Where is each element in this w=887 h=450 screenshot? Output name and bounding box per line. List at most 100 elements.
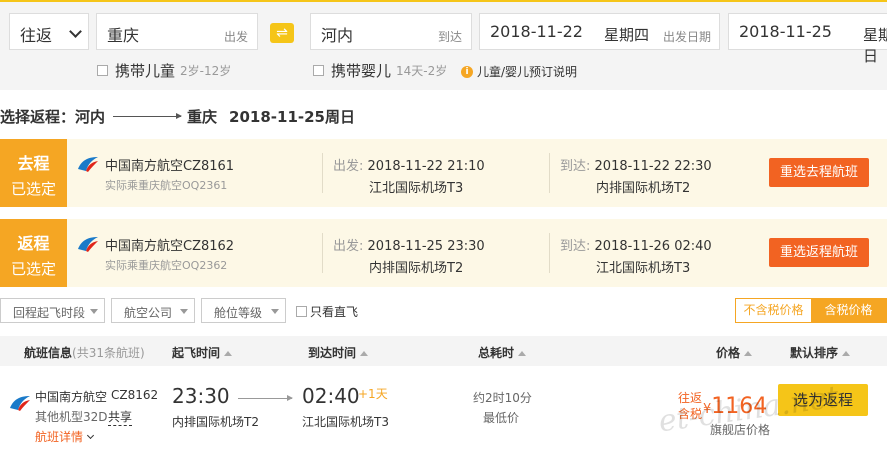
header-duration[interactable]: 总耗时 xyxy=(478,344,527,361)
swap-cities-icon[interactable]: ⇌ xyxy=(270,23,294,43)
china-southern-logo-icon xyxy=(10,396,30,411)
cabin-filter[interactable]: 舱位等级 xyxy=(201,298,286,323)
leg-operated-by: 实际乘重庆航空OQ2362 xyxy=(105,259,228,272)
leg-airline: 中国南方航空CZ8162 xyxy=(105,239,235,254)
row-dep-time: 23:30 xyxy=(172,384,230,408)
infant-label: 携带婴儿 xyxy=(331,62,392,80)
selected-return-leg: 返程 已选定 中国南方航空CZ8162 实际乘重庆航空OQ2362 出发: 20… xyxy=(0,219,887,287)
dep-time: 2018-11-22 21:10 xyxy=(367,159,485,174)
tax-included-option[interactable]: 含税价格 xyxy=(811,299,886,322)
row-next-day: +1天 xyxy=(358,387,388,401)
header-departure[interactable]: 起飞时间 xyxy=(172,344,233,361)
leg-airline: 中国南方航空CZ8161 xyxy=(105,159,235,174)
dep-airport: 江北国际机场T3 xyxy=(369,181,464,196)
header-price[interactable]: 价格 xyxy=(716,344,753,361)
filter-label: 舱位等级 xyxy=(214,306,263,320)
child-age-range: 2岁-12岁 xyxy=(180,64,232,78)
leg-arrival: 到达: 2018-11-26 02:40 xyxy=(560,235,712,254)
filter-label: 回程起飞时段 xyxy=(13,306,86,320)
leg-tag-status: 已选定 xyxy=(10,260,56,278)
chevron-down-icon xyxy=(86,431,95,440)
return-weekday: 星期日 xyxy=(863,26,887,65)
row-dep-airport: 内排国际机场T2 xyxy=(172,415,259,429)
header-label: 默认排序 xyxy=(790,346,839,360)
infant-checkbox[interactable]: 携带婴儿 14天-2岁 xyxy=(313,60,447,81)
china-southern-logo-icon xyxy=(78,237,98,252)
leg-tag-title: 去程 xyxy=(17,154,50,173)
leg-departure: 出发: 2018-11-25 23:30 xyxy=(333,235,485,254)
divider xyxy=(549,233,550,273)
return-date-input[interactable]: 2018-11-25 星期日 xyxy=(728,13,887,65)
to-city-input[interactable]: 河内 到达 xyxy=(310,13,472,50)
tax-excluded-option[interactable]: 不含税价格 xyxy=(736,299,811,322)
trip-type-value: 往返 xyxy=(20,26,53,45)
flight-detail-link[interactable]: 航班详情 xyxy=(35,428,95,445)
to-city-value: 河内 xyxy=(321,26,354,45)
arr-time: 2018-11-26 02:40 xyxy=(594,239,712,254)
chevron-down-icon xyxy=(69,25,82,38)
booking-note-link[interactable]: i 儿童/婴儿预订说明 xyxy=(461,63,577,80)
tax-price-toggle: 不含税价格 含税价格 xyxy=(735,298,887,323)
trip-type-select[interactable]: 往返 xyxy=(9,13,89,50)
header-label: 到达时间 xyxy=(308,346,357,360)
row-flight-number: CZ8162 xyxy=(111,388,159,402)
depart-weekday: 星期四 xyxy=(603,26,649,44)
dep-airport: 内排国际机场T2 xyxy=(369,261,464,276)
child-checkbox[interactable]: 携带儿童 2岁-12岁 xyxy=(97,60,231,81)
depart-date-input[interactable]: 2018-11-22 星期四 出发日期 xyxy=(479,13,720,50)
airline-filter[interactable]: 航空公司 xyxy=(111,298,195,323)
leg-tag-title: 返程 xyxy=(17,234,50,253)
child-label: 携带儿童 xyxy=(115,62,176,80)
flight-table-header: 航班信息(共31条航班) 起飞时间 到达时间 总耗时 价格 默认排序 xyxy=(0,336,887,366)
header-default-sort[interactable]: 默认排序 xyxy=(790,344,851,361)
row-duration: 约2时10分 xyxy=(473,391,532,405)
china-southern-logo-icon xyxy=(78,157,98,172)
header-label: 航班信息 xyxy=(24,346,73,360)
booking-note-text: 儿童/婴儿预订说明 xyxy=(477,65,578,79)
route-to: 重庆 xyxy=(187,108,218,126)
arr-airport: 内排国际机场T2 xyxy=(596,181,691,196)
caret-down-icon xyxy=(271,309,279,314)
divider xyxy=(549,153,550,193)
leg-departure: 出发: 2018-11-22 21:10 xyxy=(333,155,485,174)
header-arrival[interactable]: 到达时间 xyxy=(308,344,369,361)
row-arr-time: 02:40 xyxy=(302,384,360,408)
arr-airport: 江北国际机场T3 xyxy=(596,261,691,276)
route-from: 河内 xyxy=(75,108,106,126)
route-date: 2018-11-25周日 xyxy=(229,108,355,126)
dep-time: 2018-11-25 23:30 xyxy=(367,239,485,254)
row-lowest-badge: 最低价 xyxy=(483,411,520,425)
infant-age-range: 14天-2岁 xyxy=(396,64,448,78)
direct-only-checkbox[interactable]: 只看直飞 xyxy=(296,303,358,320)
row-arr-airport: 江北国际机场T3 xyxy=(302,415,389,429)
codeshare-link[interactable]: 共享 xyxy=(108,408,133,426)
checkbox-box[interactable] xyxy=(296,306,307,317)
sort-up-icon xyxy=(842,351,851,356)
leg-tag-status: 已选定 xyxy=(10,180,56,198)
info-icon: i xyxy=(461,65,473,78)
caret-down-icon xyxy=(180,309,188,314)
divider xyxy=(322,153,323,193)
leg-tag: 去程 已选定 xyxy=(0,139,67,207)
from-city-value: 重庆 xyxy=(107,26,140,45)
row-airline: 中国南方航空 xyxy=(35,390,108,404)
from-city-input[interactable]: 重庆 出发 xyxy=(96,13,258,50)
sort-up-icon xyxy=(224,351,233,356)
leg-tag: 返程 已选定 xyxy=(0,219,67,287)
route-title: 选择返程： 河内 重庆 2018-11-25周日 xyxy=(0,106,355,127)
sort-up-icon xyxy=(360,351,369,356)
arrow-right-icon xyxy=(238,395,293,401)
return-date-value: 2018-11-25 xyxy=(739,22,832,41)
sort-up-icon xyxy=(744,351,753,356)
departure-period-filter[interactable]: 回程起飞时段 xyxy=(0,298,105,323)
header-label: 起飞时间 xyxy=(172,346,221,360)
arr-label: 到达: xyxy=(560,239,591,254)
reselect-return-button[interactable]: 重选返程航班 xyxy=(769,238,869,267)
header-label: 总耗时 xyxy=(478,346,515,360)
checkbox-box[interactable] xyxy=(313,65,324,76)
checkbox-box[interactable] xyxy=(97,65,108,76)
arrow-right-icon xyxy=(113,113,183,119)
reselect-outbound-button[interactable]: 重选去程航班 xyxy=(769,158,869,187)
arr-label: 到达: xyxy=(560,159,591,174)
leg-operated-by: 实际乘重庆航空OQ2361 xyxy=(105,179,228,192)
